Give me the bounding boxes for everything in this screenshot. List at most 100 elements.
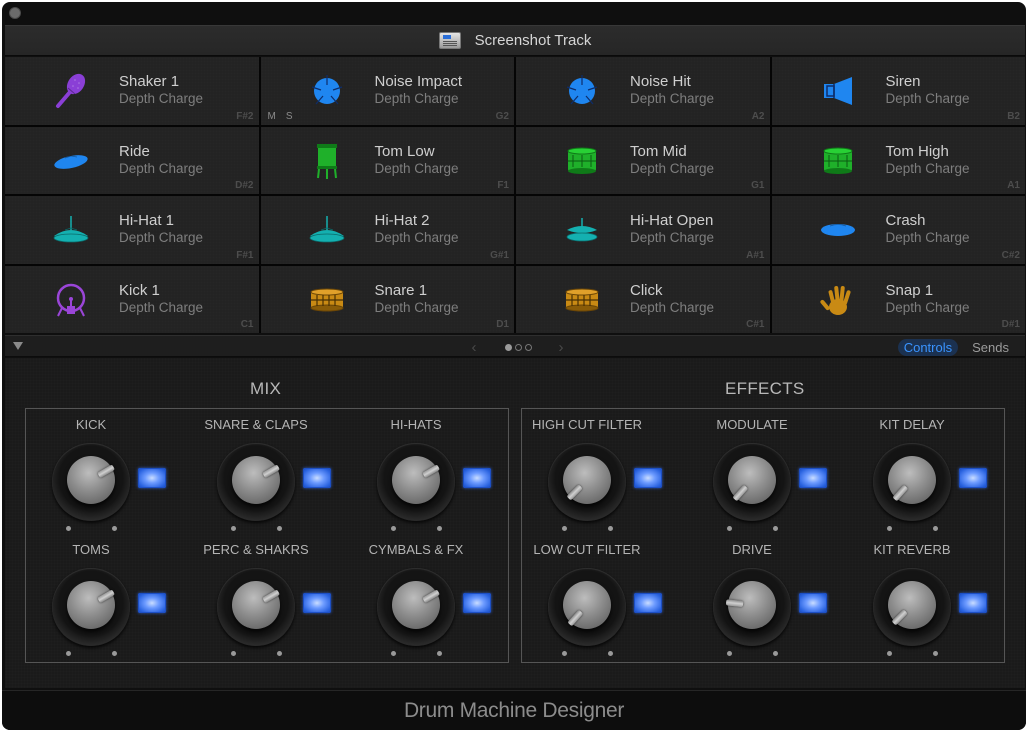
knob-max-dot (933, 526, 938, 531)
perc-shakrs-enable-button[interactable] (303, 593, 331, 613)
pad-name: Snare 1 (374, 281, 428, 299)
hi-hats-enable-button[interactable] (463, 468, 491, 488)
drum-pad-crash[interactable]: Crash Depth Charge C#2 (771, 196, 1025, 264)
toms-knob[interactable] (52, 568, 130, 656)
tab-controls[interactable]: Controls (897, 338, 959, 356)
chevron-left-icon[interactable]: ‹ (467, 339, 481, 356)
control-low-cut-filter: LOW CUT FILTER (522, 534, 672, 656)
kit-reverb-knob[interactable] (873, 568, 951, 656)
drum-pad-siren[interactable]: Siren Depth Charge B2 (771, 57, 1025, 125)
knob-ring[interactable] (713, 568, 791, 646)
knob-min-dot (887, 526, 892, 531)
modulate-enable-button[interactable] (799, 468, 827, 488)
drum-pad-noise-impact[interactable]: Noise Impact Depth Charge G2 M S (260, 57, 514, 125)
low-cut-filter-enable-button[interactable] (634, 593, 662, 613)
tab-sends[interactable]: Sends (966, 339, 1015, 356)
mix-section: KICK SNARE & CLAPS HI-HATS TOMS PERC & SHAKR… (25, 408, 509, 663)
pad-note: A1 (1007, 180, 1020, 191)
pad-note: G#1 (490, 249, 509, 261)
page-dot-1[interactable] (505, 343, 512, 351)
knob-ring[interactable] (713, 443, 791, 521)
knob-ring[interactable] (548, 568, 626, 646)
kit-delay-enable-button[interactable] (959, 468, 987, 488)
knob-ring[interactable] (873, 568, 951, 646)
knob-min-dot (562, 651, 567, 656)
kit-reverb-enable-button[interactable] (959, 593, 987, 613)
control-label: PERC & SHAKRS (203, 542, 309, 557)
high-cut-filter-knob[interactable] (548, 443, 626, 531)
modulate-knob[interactable] (713, 443, 791, 531)
pad-kit: Depth Charge (119, 299, 204, 315)
drum-pad-tom-high[interactable]: Tom High Depth Charge A1 (771, 126, 1025, 194)
kick-knob[interactable] (52, 443, 130, 531)
solo-button[interactable]: S (286, 111, 293, 122)
knob-ring[interactable] (548, 443, 626, 521)
drum-pad-snare-1[interactable]: Snare 1 Depth Charge D1 (260, 265, 514, 333)
pad-note: A2 (751, 110, 765, 122)
knob-ring[interactable] (377, 443, 455, 521)
drum-pad-snap-1[interactable]: Snap 1 Depth Charge D#1 (771, 265, 1025, 333)
control-kick: KICK (26, 409, 176, 531)
collapse-triangle-icon[interactable] (13, 342, 23, 350)
low-cut-filter-knob[interactable] (548, 568, 626, 656)
snare-claps-enable-button[interactable] (303, 468, 331, 488)
drum-pad-shaker-1[interactable]: Shaker 1 Depth Charge F#2 (5, 57, 259, 125)
page-dot-2[interactable] (515, 343, 522, 351)
knob-min-dot (231, 526, 236, 531)
knob-ring[interactable] (217, 443, 295, 521)
pad-kit: Depth Charge (885, 160, 970, 176)
snare-drum-icon (560, 280, 604, 320)
pad-name: Hi-Hat 1 (119, 212, 175, 229)
knob-max-dot (608, 651, 613, 656)
pad-note: G2 (495, 110, 509, 122)
siren-icon (816, 71, 860, 111)
drum-pad-hi-hat-2[interactable]: Hi-Hat 2 Depth Charge G#1 (260, 196, 514, 264)
control-hi-hats: HI-HATS (351, 409, 501, 531)
close-button[interactable] (9, 7, 21, 19)
effects-section: HIGH CUT FILTER MODULATE KIT DELAY LOW CUT … (521, 408, 1005, 663)
control-label: LOW CUT FILTER (533, 542, 641, 557)
drum-pad-noise-hit[interactable]: Noise Hit Depth Charge A2 (516, 57, 770, 125)
pad-kit: Depth Charge (374, 299, 459, 315)
snare-claps-knob[interactable] (217, 443, 295, 531)
pad-kit: Depth Charge (374, 91, 459, 106)
tom-icon (816, 141, 860, 181)
drum-pad-tom-mid[interactable]: Tom Mid Depth Charge G1 (516, 126, 770, 194)
control-high-cut-filter: HIGH CUT FILTER (522, 409, 672, 531)
footer: Drum Machine Designer (2, 690, 1026, 730)
drum-pad-ride[interactable]: Ride Depth Charge D#2 (5, 126, 259, 194)
knob-ring[interactable] (377, 568, 455, 646)
knob-ring[interactable] (52, 443, 130, 521)
kit-delay-knob[interactable] (873, 443, 951, 531)
drive-enable-button[interactable] (799, 593, 827, 613)
knob-max-dot (933, 651, 938, 656)
pad-kit: Depth Charge (119, 160, 204, 176)
pad-note: F1 (497, 180, 509, 191)
cymbals-fx-knob[interactable] (377, 568, 455, 656)
page-dots (505, 343, 532, 351)
pad-kit: Depth Charge (374, 230, 459, 245)
page-dot-3[interactable] (525, 343, 532, 351)
toms-enable-button[interactable] (138, 593, 166, 613)
drum-pad-hi-hat-1[interactable]: Hi-Hat 1 Depth Charge F#1 (5, 196, 259, 264)
high-cut-filter-enable-button[interactable] (634, 468, 662, 488)
cymbals-fx-enable-button[interactable] (463, 593, 491, 613)
knob-min-dot (727, 526, 732, 531)
drum-pad-hi-hat-open[interactable]: Hi-Hat Open Depth Charge A#1 (516, 196, 770, 264)
control-label: KIT REVERB (873, 542, 951, 557)
mute-button[interactable]: M (268, 111, 276, 122)
knob-ring[interactable] (52, 568, 130, 646)
drum-pad-tom-low[interactable]: Tom Low Depth Charge F1 (260, 126, 514, 194)
knob-ring[interactable] (217, 568, 295, 646)
chevron-right-icon[interactable]: › (554, 339, 568, 356)
knob-min-dot (391, 651, 396, 656)
track-title: Screenshot Track (474, 32, 592, 49)
drive-knob[interactable] (713, 568, 791, 656)
perc-shakrs-knob[interactable] (217, 568, 295, 656)
hi-hats-knob[interactable] (377, 443, 455, 531)
floor-tom-icon (305, 141, 349, 181)
kick-enable-button[interactable] (138, 468, 166, 488)
knob-ring[interactable] (873, 443, 951, 521)
drum-pad-click[interactable]: Click Depth Charge C#1 (516, 265, 770, 333)
drum-pad-kick-1[interactable]: Kick 1 Depth Charge C1 (5, 265, 259, 333)
